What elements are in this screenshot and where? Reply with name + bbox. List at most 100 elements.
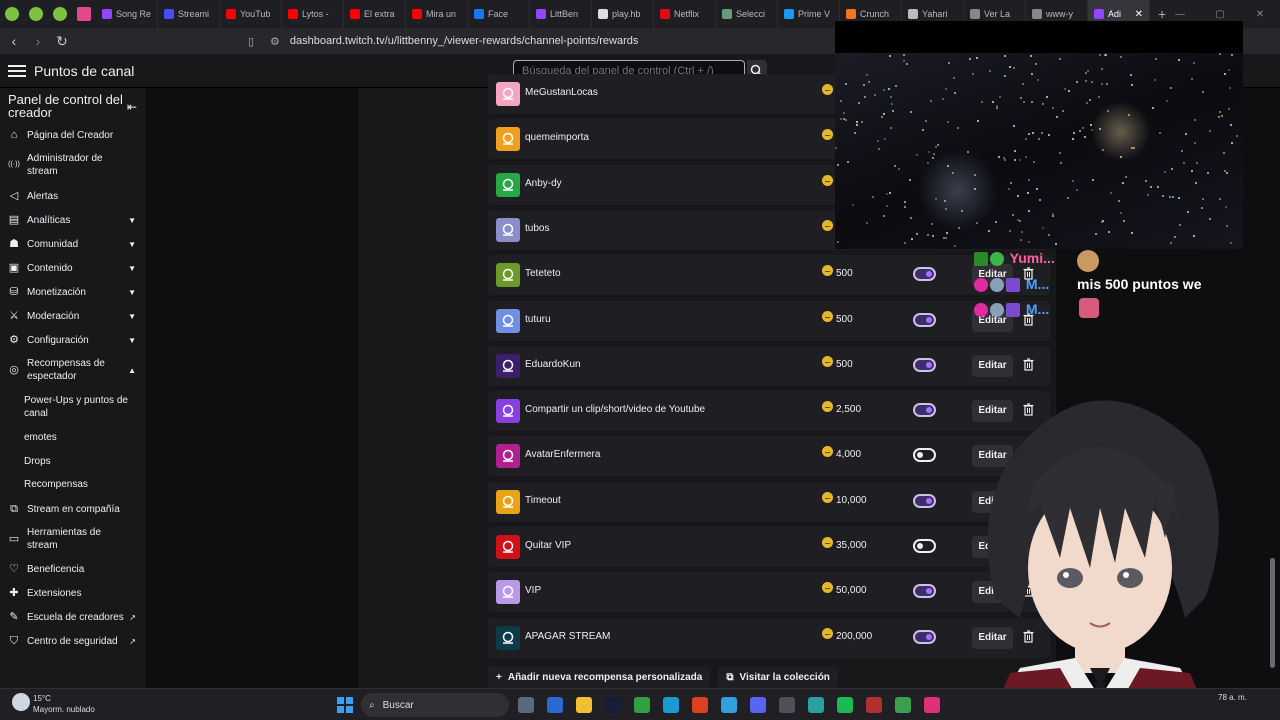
sidebar-item-camera[interactable]: ▭ Herramientas de stream — [0, 526, 146, 552]
sidebar-item-school[interactable]: ✎ Escuela de creadores ↗ — [0, 610, 146, 624]
megaphone-icon: ◁ — [9, 190, 19, 202]
browser-tab[interactable]: play.hb — [592, 0, 654, 28]
toggle-knob — [926, 362, 932, 368]
city-light — [881, 116, 883, 118]
taskbar-app-icon[interactable] — [547, 697, 563, 713]
sidebar-item-home[interactable]: ⌂ Página del Creador — [0, 128, 146, 142]
visit-collection-button[interactable]: ⧉ Visitar la colección — [718, 666, 838, 688]
sidebar-item-charity[interactable]: ♡ Beneficencia — [0, 562, 146, 576]
browser-tab[interactable]: YouTub — [220, 0, 282, 28]
taskbar-app-icon[interactable] — [634, 697, 650, 713]
taskbar-app-icon[interactable] — [692, 697, 708, 713]
reward-enabled-toggle[interactable] — [913, 358, 936, 372]
city-light — [1022, 83, 1024, 85]
browser-tab[interactable]: El extra — [344, 0, 406, 28]
reward-enabled-toggle[interactable] — [913, 494, 936, 508]
sidebar-item-collab[interactable]: ⧉ Stream en compañía — [0, 502, 146, 516]
taskbar-app-icon[interactable] — [663, 697, 679, 713]
taskbar-app-icon[interactable] — [518, 697, 534, 713]
taskbar-search[interactable]: ⌕ Buscar — [361, 693, 509, 717]
url-field[interactable]: ▯ ⚙ dashboard.twitch.tv/u/littbenny_/vie… — [248, 28, 638, 54]
forward-icon[interactable]: › — [28, 33, 48, 49]
city-light — [1219, 53, 1221, 55]
sidebar-item-money[interactable]: ⛁ Monetización ▼ — [0, 285, 146, 299]
close-window-icon[interactable]: ✕ — [1240, 9, 1280, 20]
reward-enabled-toggle[interactable] — [913, 539, 936, 553]
taskbar-app-icon[interactable] — [808, 697, 824, 713]
pinned-tab[interactable] — [24, 0, 48, 28]
hamburger-menu-icon[interactable] — [8, 62, 26, 78]
close-tab-icon[interactable]: ✕ — [1135, 9, 1143, 20]
collapse-sidebar-icon[interactable]: ⇤ — [127, 100, 137, 114]
back-icon[interactable]: ‹ — [4, 33, 24, 49]
sidebar-item-megaphone[interactable]: ◁ Alertas — [0, 189, 146, 203]
sidebar-item-shield[interactable]: ⛉ Centro de seguridad ↗ — [0, 634, 146, 648]
city-light — [1150, 186, 1152, 188]
add-reward-button[interactable]: + Añadir nueva recompensa personalizada — [488, 666, 711, 688]
taskbar-app-icon[interactable] — [750, 697, 766, 713]
pinned-tab[interactable] — [0, 0, 24, 28]
reward-enabled-toggle[interactable] — [913, 584, 936, 598]
browser-tab[interactable]: LittBen — [530, 0, 592, 28]
windows-start-icon[interactable] — [337, 697, 353, 713]
browser-tab[interactable]: Song Re — [96, 0, 158, 28]
city-light — [1062, 110, 1064, 112]
reward-enabled-toggle[interactable] — [913, 403, 936, 417]
taskbar-app-icon[interactable] — [866, 697, 882, 713]
sidebar-subitem[interactable]: Drops — [24, 455, 136, 468]
sidebar-item-broadcast[interactable]: ((·)) Administrador de stream — [0, 152, 146, 178]
reward-enabled-toggle[interactable] — [913, 313, 936, 327]
browser-tab[interactable]: Prime V — [778, 0, 840, 28]
reward-enabled-toggle[interactable] — [913, 448, 936, 462]
taskbar-app-icon[interactable] — [924, 697, 940, 713]
taskbar-app-icon[interactable] — [837, 697, 853, 713]
reward-enabled-toggle[interactable] — [913, 267, 936, 281]
pinned-tab[interactable] — [48, 0, 72, 28]
taskbar-app-icon[interactable] — [895, 697, 911, 713]
city-light — [1052, 215, 1054, 217]
badge-icon — [990, 278, 1004, 293]
sidebar-item-reward[interactable]: ◎ Recompensas de espectador ▲ — [0, 357, 146, 383]
browser-tab[interactable]: Streami — [158, 0, 220, 28]
sidebar-subitem[interactable]: emotes — [24, 431, 136, 444]
sidebar-item-gear[interactable]: ⚙ Configuración ▼ — [0, 333, 146, 347]
tab-label: Ver La — [984, 9, 1011, 19]
channel-points-icon — [822, 446, 833, 457]
sidebar-item-people[interactable]: ☗ Comunidad ▼ — [0, 237, 146, 251]
city-light — [944, 200, 946, 202]
taskbar-app-icon[interactable] — [605, 697, 621, 713]
sidebar-item-content[interactable]: ▣ Contenido ▼ — [0, 261, 146, 275]
taskbar-app-icon[interactable] — [779, 697, 795, 713]
city-light — [903, 54, 905, 56]
sidebar-item-puzzle[interactable]: ✚ Extensiones — [0, 586, 146, 600]
city-light — [861, 121, 863, 123]
browser-tab[interactable]: Mira un — [406, 0, 468, 28]
sidebar-subitem[interactable]: Recompensas — [24, 478, 136, 491]
tab-label: LittBen — [550, 9, 579, 19]
reward-enabled-toggle[interactable] — [913, 630, 936, 644]
sidebar-subitem[interactable]: Power-Ups y puntos de canal — [24, 394, 136, 420]
browser-tab[interactable]: Netflix — [654, 0, 716, 28]
weather-cloud-icon[interactable] — [12, 693, 30, 711]
sidebar-item-sword[interactable]: ⚔ Moderación ▼ — [0, 309, 146, 323]
maximize-icon[interactable]: ▢ — [1200, 9, 1240, 20]
browser-tab[interactable]: Lytos - — [282, 0, 344, 28]
scrollbar[interactable] — [1270, 558, 1275, 668]
bottom-actions: + Añadir nueva recompensa personalizada … — [488, 666, 838, 688]
city-light — [1072, 180, 1074, 182]
city-light — [1209, 218, 1211, 220]
browser-tab[interactable]: Face — [468, 0, 530, 28]
pinned-tab[interactable] — [72, 0, 96, 28]
bookmark-icon[interactable]: ▯ — [248, 35, 254, 48]
taskbar-app-icon[interactable] — [721, 697, 737, 713]
site-info-icon[interactable]: ⚙ — [270, 35, 280, 48]
taskbar-app-icon[interactable] — [576, 697, 592, 713]
city-light — [889, 55, 891, 57]
city-light — [1036, 188, 1038, 190]
city-light — [1073, 132, 1075, 134]
reload-icon[interactable]: ↻ — [52, 33, 72, 50]
sidebar-item-chart[interactable]: ▤ Analíticas ▼ — [0, 213, 146, 227]
minimize-icon[interactable]: — — [1160, 9, 1200, 20]
city-light — [1152, 107, 1154, 109]
browser-tab[interactable]: Selecci — [716, 0, 778, 28]
